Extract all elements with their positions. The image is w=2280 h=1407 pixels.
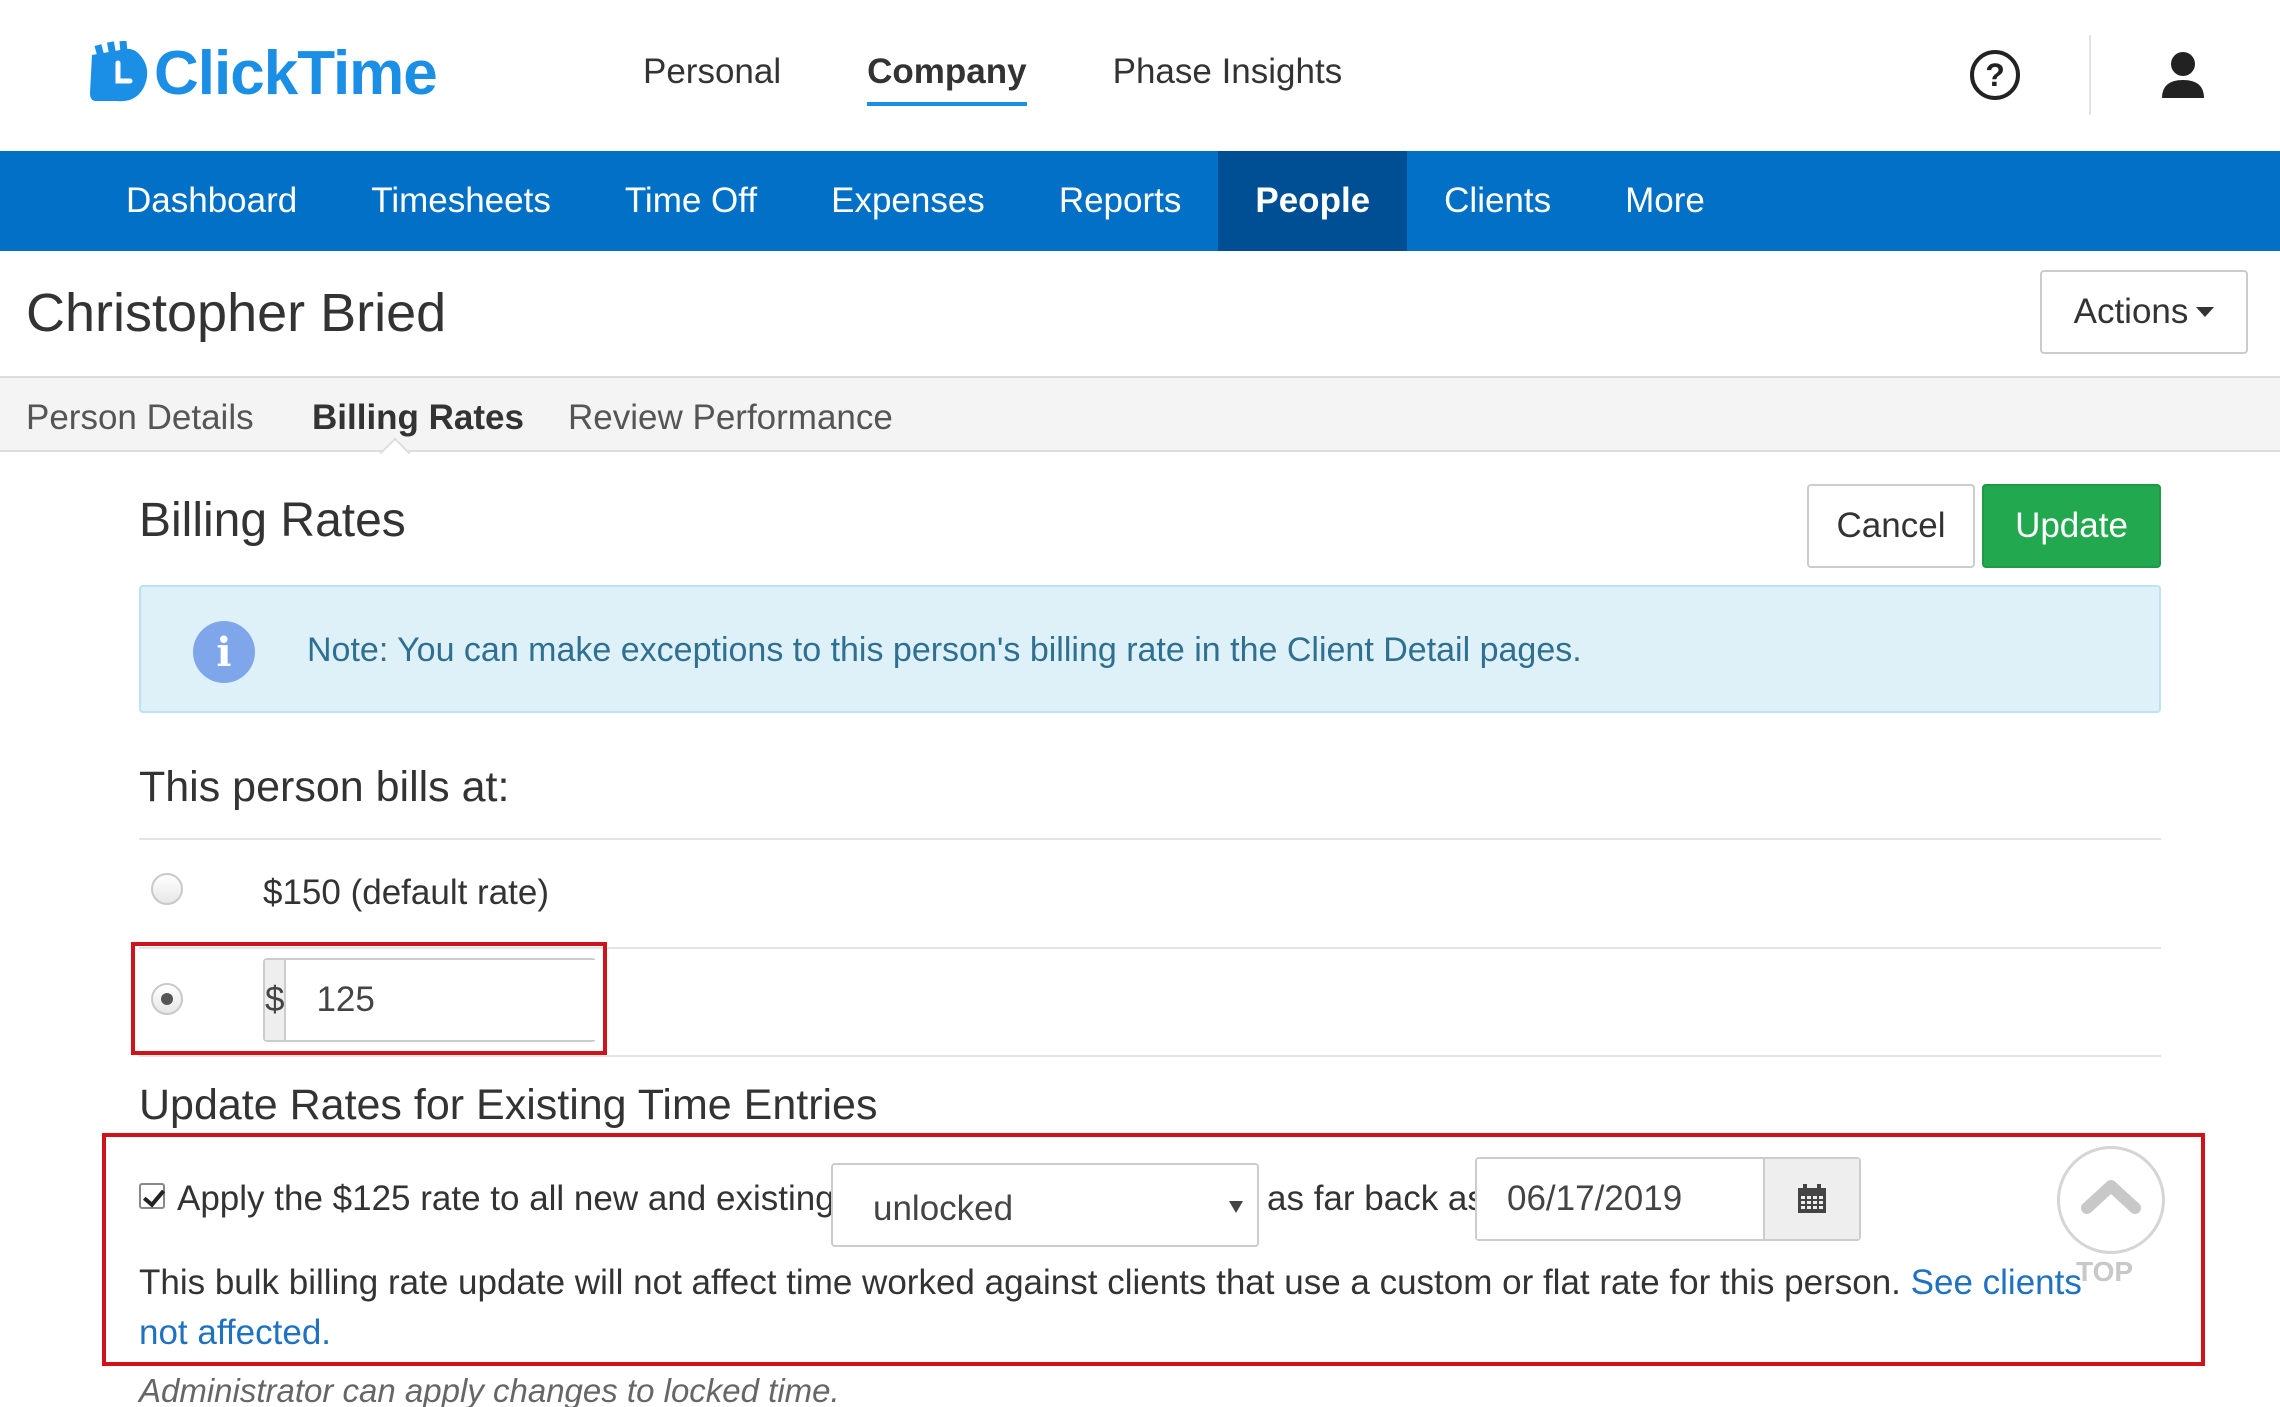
nav-clients[interactable]: Clients	[1407, 151, 1588, 251]
admin-note: Administrator can apply changes to locke…	[139, 1372, 840, 1407]
scroll-top-button[interactable]	[2057, 1146, 2165, 1254]
update-existing-title: Update Rates for Existing Time Entries	[139, 1081, 878, 1129]
highlight-box-existing	[102, 1133, 2205, 1366]
update-button[interactable]: Update	[1982, 484, 2161, 568]
nav-expenses[interactable]: Expenses	[794, 151, 1022, 251]
divider	[139, 1055, 2161, 1057]
cancel-button[interactable]: Cancel	[1807, 484, 1975, 568]
brand-name: ClickTime	[154, 39, 438, 108]
active-tab-indicator	[379, 437, 411, 469]
top-nav-phase-insights[interactable]: Phase Insights	[1113, 52, 1343, 106]
actions-label: Actions	[2073, 292, 2189, 331]
scroll-top-label[interactable]: TOP	[2076, 1256, 2133, 1288]
user-icon[interactable]	[2160, 50, 2206, 100]
tab-bar: Person Details Billing Rates Review Perf…	[0, 376, 2280, 469]
highlight-box-rate	[131, 942, 607, 1055]
top-nav: Personal Company Phase Insights	[643, 52, 1428, 106]
clicktime-logo[interactable]: ClickTime	[86, 38, 438, 109]
caret-down-icon	[2196, 307, 2215, 317]
top-header: ClickTime Personal Company Phase Insight…	[0, 0, 2280, 151]
nav-dashboard[interactable]: Dashboard	[89, 151, 334, 251]
nav-more[interactable]: More	[1588, 151, 1742, 251]
main-nav: Dashboard Timesheets Time Off Expenses R…	[0, 151, 2280, 251]
tab-billing-rates[interactable]: Billing Rates	[312, 398, 524, 438]
nav-timesheets[interactable]: Timesheets	[334, 151, 588, 251]
top-nav-personal[interactable]: Personal	[643, 52, 781, 106]
default-rate-label: $150 (default rate)	[263, 873, 550, 912]
chevron-up-icon	[2081, 1180, 2141, 1214]
header-divider	[2089, 35, 2091, 115]
divider	[139, 838, 2161, 840]
default-rate-radio[interactable]	[151, 873, 183, 905]
tab-person-details[interactable]: Person Details	[26, 398, 254, 438]
nav-time-off[interactable]: Time Off	[588, 151, 794, 251]
tab-review-performance[interactable]: Review Performance	[568, 398, 893, 438]
info-icon: i	[193, 621, 255, 683]
nav-people[interactable]: People	[1218, 151, 1408, 251]
nav-reports[interactable]: Reports	[1022, 151, 1219, 251]
info-note-text: Note: You can make exceptions to this pe…	[307, 631, 1582, 669]
billing-rates-title: Billing Rates	[139, 494, 406, 547]
help-icon[interactable]: ?	[1970, 50, 2020, 100]
bills-at-label: This person bills at:	[139, 763, 510, 811]
page-title: Christopher Bried	[26, 283, 447, 343]
top-nav-company[interactable]: Company	[867, 52, 1027, 106]
clicktime-logo-icon	[90, 40, 148, 101]
actions-button[interactable]: Actions	[2040, 270, 2248, 354]
info-note: i Note: You can make exceptions to this …	[139, 585, 2161, 713]
